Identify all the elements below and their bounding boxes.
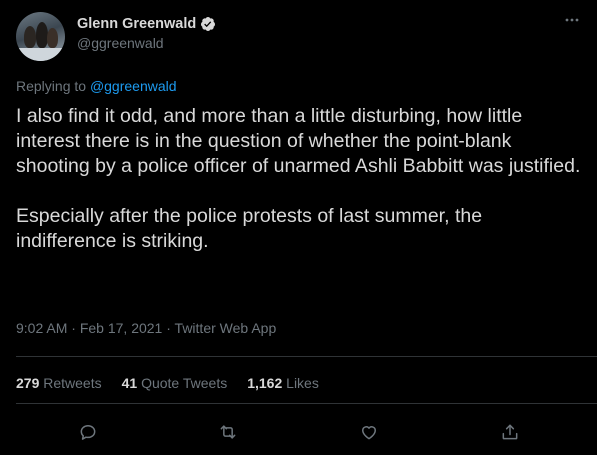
like-icon[interactable] (357, 420, 381, 444)
tweet-meta: 9:02 AM · Feb 17, 2021 · Twitter Web App (16, 320, 276, 336)
author-name-row: Glenn Greenwald (77, 15, 216, 33)
retweet-icon[interactable] (216, 420, 240, 444)
divider (16, 403, 597, 404)
tweet-time[interactable]: 9:02 AM (16, 320, 67, 336)
likes-label: Likes (286, 375, 319, 391)
likes-stat[interactable]: 1,162 Likes (247, 375, 319, 391)
tweet-text: I also find it odd, and more than a litt… (16, 105, 581, 252)
meta-separator: · (166, 320, 171, 336)
tweet-stats: 279 Retweets 41 Quote Tweets 1,162 Likes (16, 375, 339, 391)
replying-to-link[interactable]: @ggreenwald (90, 78, 177, 94)
avatar-figure (47, 28, 58, 48)
quote-tweets-stat[interactable]: 41 Quote Tweets (122, 375, 228, 391)
reply-icon[interactable] (76, 420, 100, 444)
retweets-label: Retweets (43, 375, 102, 391)
retweets-count: 279 (16, 375, 40, 391)
author-name[interactable]: Glenn Greenwald (77, 16, 196, 32)
replying-to: Replying to @ggreenwald (16, 78, 177, 94)
more-icon[interactable] (561, 12, 583, 28)
retweets-stat[interactable]: 279 Retweets (16, 375, 102, 391)
quote-tweets-label: Quote Tweets (141, 375, 228, 391)
likes-count: 1,162 (247, 375, 283, 391)
action-bar (0, 420, 597, 446)
verified-badge-icon (200, 16, 216, 32)
share-icon[interactable] (498, 420, 522, 444)
tweet-date[interactable]: Feb 17, 2021 (80, 320, 163, 336)
quote-tweets-count: 41 (121, 375, 138, 391)
author-handle[interactable]: @ggreenwald (77, 35, 164, 51)
avatar-figure (24, 26, 36, 48)
divider (16, 356, 597, 357)
avatar[interactable] (16, 12, 65, 61)
meta-separator: · (71, 320, 76, 336)
tweet-source[interactable]: Twitter Web App (175, 320, 277, 336)
avatar-background (16, 48, 65, 61)
replying-to-label: Replying to (16, 78, 87, 94)
